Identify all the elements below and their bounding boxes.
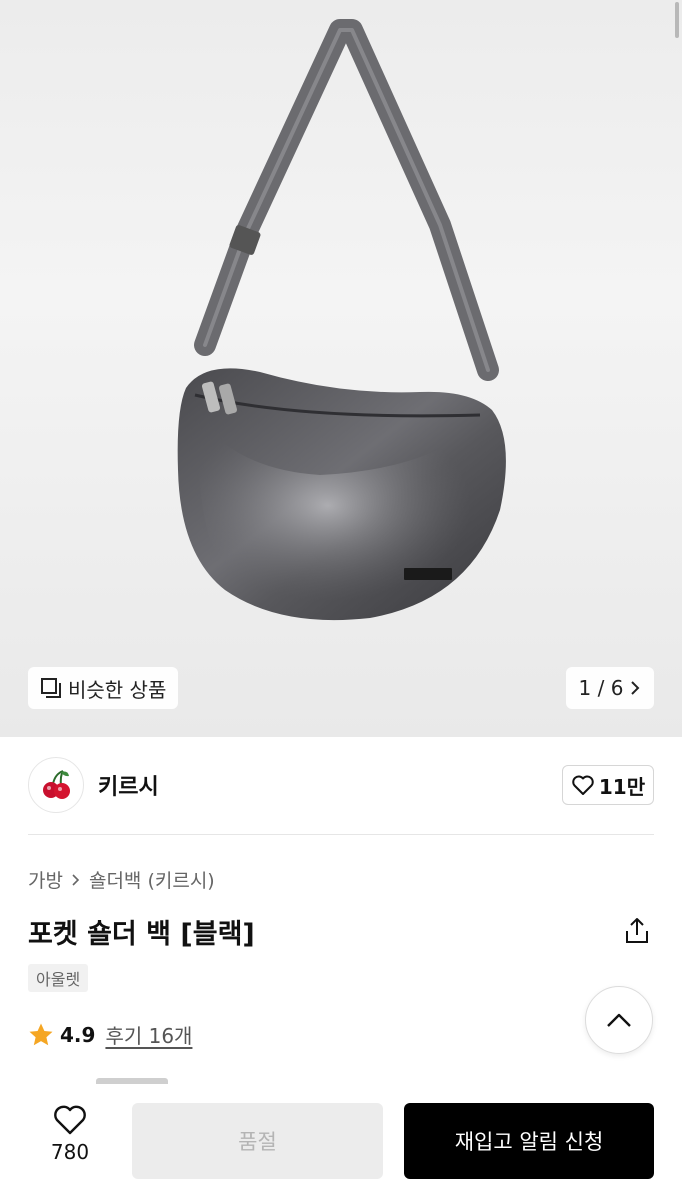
breadcrumb-subcategory[interactable]: 숄더백 (키르시): [89, 866, 215, 893]
cherry-logo-icon: [43, 770, 70, 799]
breadcrumb: 가방 숄더백 (키르시): [28, 866, 215, 893]
wishlist-button[interactable]: 780: [30, 1104, 110, 1164]
brand-row[interactable]: 키르시 11만: [28, 757, 654, 813]
brand-logo[interactable]: [28, 757, 84, 813]
chevron-up-icon: [607, 1013, 631, 1027]
star-icon: [29, 1023, 53, 1045]
similar-items-icon: [41, 678, 61, 698]
rating-row[interactable]: 4.9 후기 16개: [28, 1020, 192, 1049]
similar-products-label: 비슷한 상품: [68, 677, 167, 702]
chevron-right-icon: [631, 681, 640, 695]
scroll-top-button[interactable]: [585, 986, 653, 1054]
outlet-tag: 아울렛: [28, 964, 89, 992]
soldout-button: 품절: [132, 1103, 383, 1179]
heart-icon: [54, 1105, 86, 1135]
image-counter-button[interactable]: 1 / 6: [566, 667, 654, 709]
breadcrumb-category[interactable]: 가방: [28, 866, 63, 893]
divider: [28, 834, 654, 835]
similar-products-button[interactable]: 비슷한 상품: [28, 667, 179, 709]
bag-image: [177, 19, 506, 621]
rating-score: 4.9: [60, 1022, 96, 1047]
product-image[interactable]: 비슷한 상품 1 / 6: [0, 0, 682, 737]
page-scrollbar[interactable]: [675, 2, 679, 38]
brand-like-button[interactable]: 11만: [562, 765, 654, 805]
share-icon[interactable]: [622, 916, 652, 946]
brand-like-count: 11만: [598, 774, 646, 799]
wishlist-count: 780: [50, 1140, 90, 1164]
restock-notify-button[interactable]: 재입고 알림 신청: [404, 1103, 654, 1179]
chevron-right-icon: [72, 873, 80, 886]
brand-name[interactable]: 키르시: [98, 769, 159, 801]
image-counter-text: 1 / 6: [578, 676, 624, 700]
product-title: 포켓 숄더 백 [블랙]: [28, 919, 255, 950]
heart-icon: [572, 775, 594, 795]
review-count-link[interactable]: 후기 16개: [105, 1020, 192, 1049]
